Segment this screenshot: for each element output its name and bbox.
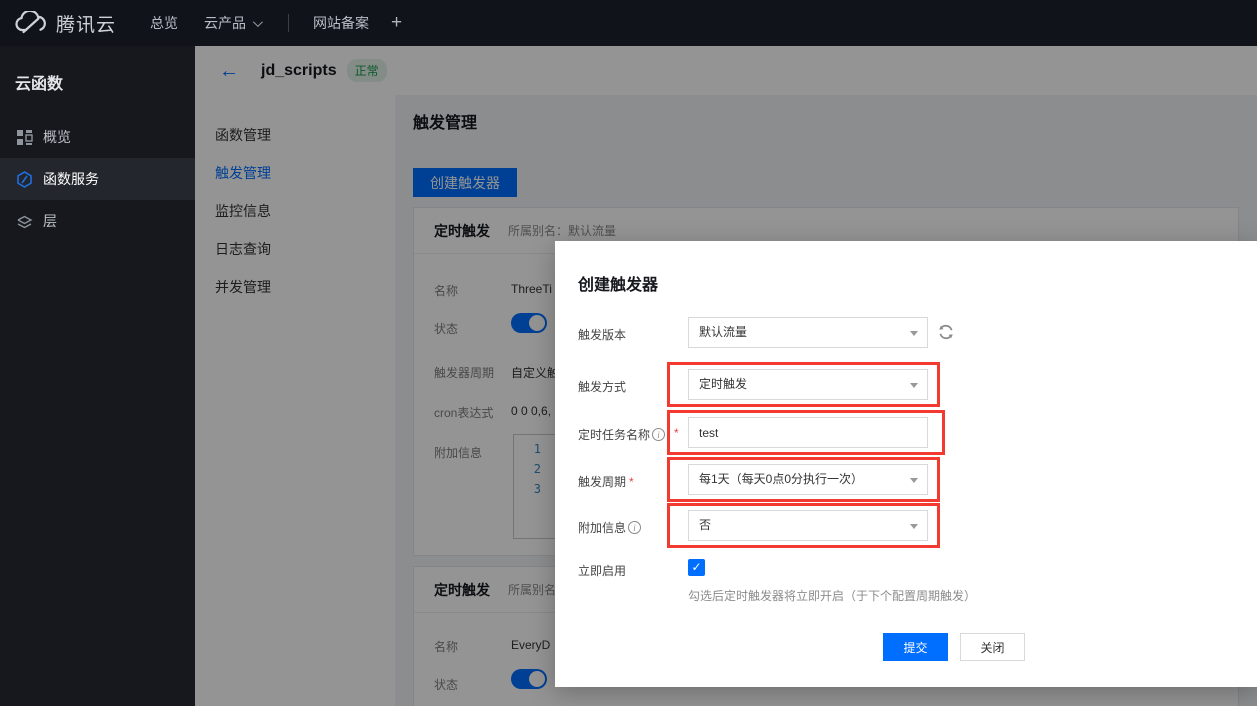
sidebar-title: 云函数 (0, 46, 195, 116)
content-region: ← jd_scripts 正常 函数管理 触发管理 监控信息 日志查询 并发管理… (195, 46, 1257, 706)
sidebar-item-layers[interactable]: 层 (0, 200, 195, 242)
info-icon: i (652, 428, 665, 441)
grid-icon (16, 129, 33, 146)
layers-icon (16, 213, 33, 230)
chevron-down-icon (910, 524, 918, 529)
chevron-down-icon (910, 331, 918, 336)
brand-title: 腾讯云 (56, 10, 116, 37)
tencent-cloud-logo-icon[interactable] (14, 11, 48, 35)
label-trigger-method: 触发方式 (578, 378, 626, 395)
nav-cloud-products[interactable]: 云产品 (204, 13, 260, 33)
chevron-down-icon (253, 17, 263, 27)
submit-button[interactable]: 提交 (883, 633, 948, 661)
label-extra-info: 附加信息i (578, 519, 641, 536)
sidebar-item-function-service[interactable]: 函数服务 (0, 158, 195, 200)
close-button[interactable]: 关闭 (960, 633, 1025, 661)
trigger-period-select[interactable]: 每1天（每天0点0分执行一次） (688, 464, 928, 495)
enable-now-checkbox[interactable]: ✓ (688, 559, 705, 576)
add-tab-icon[interactable]: + (391, 12, 402, 34)
sidebar-item-label: 概览 (43, 127, 71, 147)
sidebar-item-label: 层 (43, 211, 57, 231)
label-trigger-period: 触发周期* (578, 473, 634, 490)
trigger-method-select[interactable]: 定时触发 (688, 369, 928, 400)
create-trigger-modal: 创建触发器 触发版本 默认流量 触发方式 定时触发 定时任务名称i * (555, 241, 1257, 687)
info-icon: i (628, 521, 641, 534)
refresh-icon[interactable] (936, 322, 956, 347)
nav-divider (288, 14, 289, 32)
product-sidebar: 云函数 概览 函数服务 层 (0, 46, 195, 706)
sidebar-item-label: 函数服务 (43, 169, 99, 189)
trigger-version-select[interactable]: 默认流量 (688, 317, 928, 348)
label-trigger-version: 触发版本 (578, 326, 626, 343)
nav-beian[interactable]: 网站备案 (313, 13, 369, 33)
modal-title: 创建触发器 (578, 271, 658, 295)
function-hexagon-icon (16, 171, 33, 188)
nav-overview[interactable]: 总览 (150, 13, 178, 33)
task-name-input[interactable] (688, 417, 928, 448)
chevron-down-icon (910, 383, 918, 388)
top-navbar: 腾讯云 总览 云产品 网站备案 + (0, 0, 1257, 46)
sidebar-item-overview[interactable]: 概览 (0, 116, 195, 158)
required-asterisk: * (674, 426, 679, 440)
chevron-down-icon (910, 478, 918, 483)
enable-now-helper-text: 勾选后定时触发器将立即开启（于下个配置周期触发） (688, 587, 976, 604)
extra-info-select[interactable]: 否 (688, 510, 928, 541)
required-asterisk: * (629, 475, 634, 489)
label-enable-now: 立即启用 (578, 562, 626, 579)
label-task-name: 定时任务名称i (578, 426, 665, 443)
